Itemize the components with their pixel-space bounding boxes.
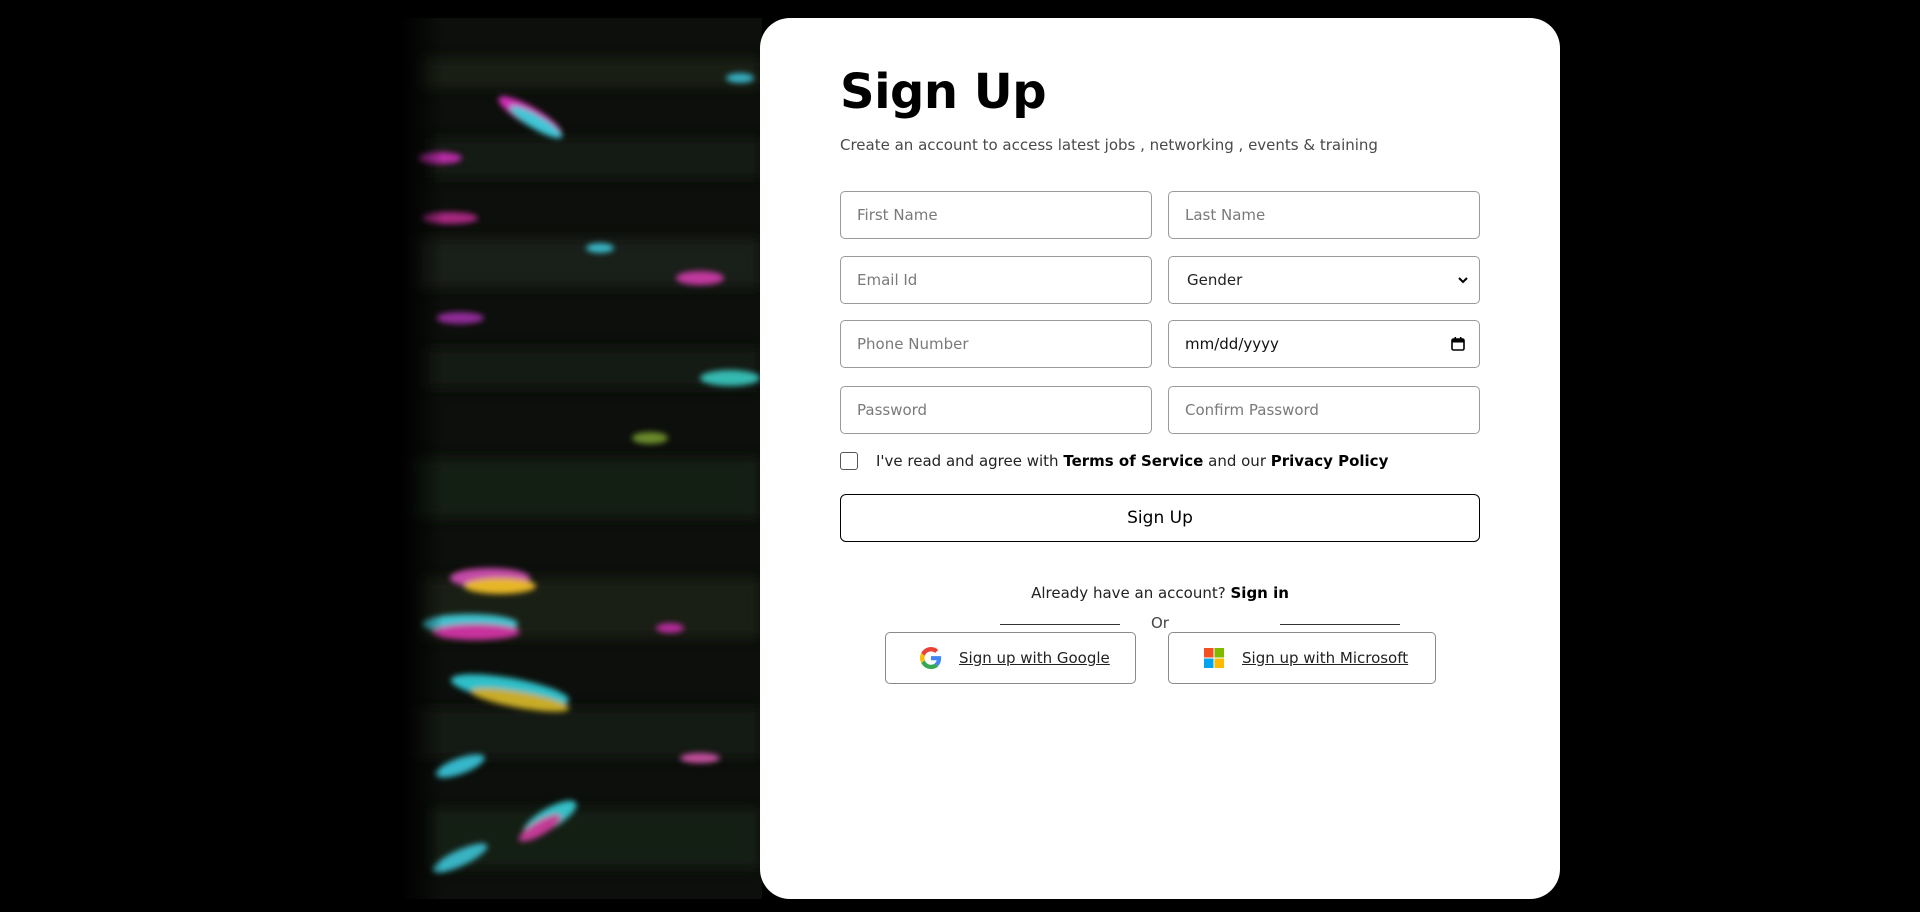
terms-prefix-text: I've read and agree with (876, 452, 1059, 470)
signin-prompt-text: Already have an account? (1031, 584, 1226, 602)
microsoft-icon (1203, 647, 1225, 669)
sign-up-with-microsoft-button[interactable]: Sign up with Microsoft (1168, 632, 1436, 684)
decorative-art-panel (400, 18, 762, 899)
page-title: Sign Up (840, 64, 1047, 120)
email-input[interactable] (840, 256, 1152, 304)
confirm-password-input[interactable] (1168, 386, 1480, 434)
first-name-input[interactable] (840, 191, 1152, 239)
google-button-label: Sign up with Google (959, 649, 1110, 667)
terms-checkbox[interactable] (840, 452, 858, 470)
phone-number-input[interactable] (840, 320, 1152, 368)
divider-line-right (1280, 624, 1400, 625)
microsoft-button-label: Sign up with Microsoft (1242, 649, 1409, 667)
sign-up-with-google-button[interactable]: Sign up with Google (885, 632, 1136, 684)
privacy-policy-link[interactable]: Privacy Policy (1271, 452, 1389, 470)
gender-select-value: Gender (1187, 271, 1243, 289)
or-divider: Or (840, 614, 1480, 634)
last-name-input[interactable] (1168, 191, 1480, 239)
terms-of-service-link[interactable]: Terms of Service (1063, 452, 1203, 470)
chevron-down-icon (1457, 274, 1469, 286)
date-of-birth-input[interactable]: mm/dd/yyyy (1168, 320, 1480, 368)
or-divider-label: Or (1151, 614, 1169, 632)
gender-select[interactable]: Gender (1168, 256, 1480, 304)
google-icon (920, 647, 942, 669)
date-input-value: mm/dd/yyyy (1185, 335, 1279, 353)
sign-up-button[interactable]: Sign Up (840, 494, 1480, 542)
sign-in-link[interactable]: Sign in (1231, 584, 1289, 602)
signin-prompt-row: Already have an account? Sign in (840, 584, 1480, 602)
page-background: Sign Up Create an account to access late… (0, 0, 1920, 912)
terms-middle-text: and our (1208, 452, 1266, 470)
password-input[interactable] (840, 386, 1152, 434)
terms-agreement-row: I've read and agree with Terms of Servic… (840, 450, 1388, 472)
calendar-icon[interactable] (1451, 337, 1465, 351)
page-subtitle: Create an account to access latest jobs … (840, 136, 1378, 154)
signup-card: Sign Up Create an account to access late… (760, 18, 1560, 899)
